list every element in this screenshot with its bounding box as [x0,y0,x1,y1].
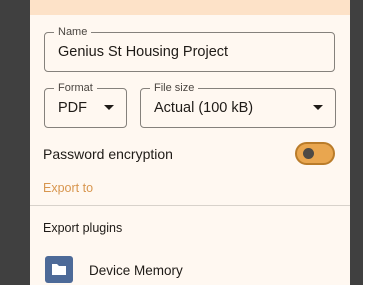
export-to-heading: Export to [43,181,94,195]
file-size-select-value: Actual (100 kB) [154,100,254,116]
dropdown-arrow-icon [104,105,114,110]
format-select-value: PDF [58,100,87,116]
password-encryption-toggle[interactable] [295,142,335,165]
dropdown-arrow-icon [313,105,323,110]
export-plugins-title: Export plugins [43,221,123,235]
name-field[interactable]: Name Genius St Housing Project [44,25,335,72]
screen-edge [363,0,380,285]
section-divider [30,205,350,206]
file-size-select[interactable]: File size Actual (100 kB) [140,81,336,128]
folder-icon [45,256,73,283]
toggle-thumb [303,148,314,159]
password-encryption-label: Password encryption [43,146,173,162]
format-select[interactable]: Format PDF [44,81,127,128]
export-sheet: Name Genius St Housing Project Format PD… [30,0,350,285]
plugin-item-device-memory[interactable]: Device Memory [30,250,350,285]
sheet-header [30,0,350,15]
name-field-value[interactable]: Genius St Housing Project [58,33,228,71]
plugin-item-label: Device Memory [89,263,183,278]
